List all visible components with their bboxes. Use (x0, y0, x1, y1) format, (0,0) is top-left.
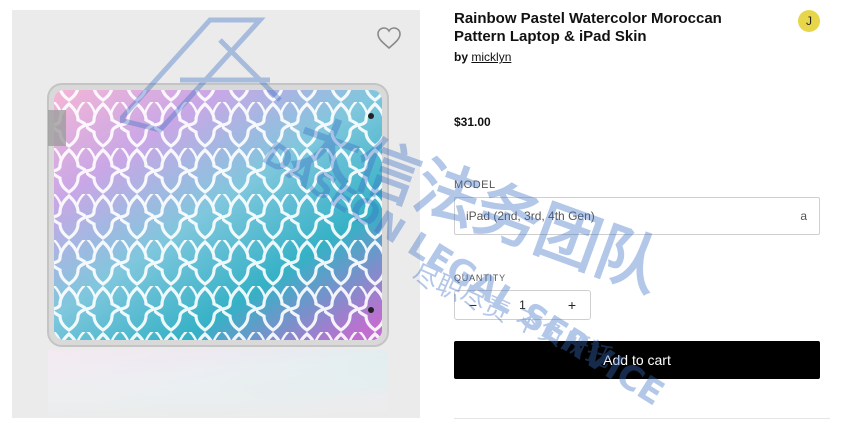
quantity-stepper: − 1 + (454, 290, 591, 320)
chevron-down-icon: a (800, 209, 807, 223)
heart-outline-icon (377, 27, 401, 50)
product-title: Rainbow Pastel Watercolor Moroccan Patte… (454, 10, 722, 45)
model-label: MODEL (454, 179, 496, 191)
artist-byline: by micklyn (454, 50, 511, 64)
by-label: by (454, 50, 469, 64)
minus-icon[interactable]: − (455, 291, 491, 319)
add-to-cart-button[interactable]: Add to cart (454, 341, 820, 379)
quantity-label: QUANTITY (454, 273, 506, 283)
model-select[interactable]: iPad (2nd, 3rd, 4th Gen) a (454, 197, 820, 235)
product-price: $31.00 (454, 115, 491, 129)
quantity-value[interactable]: 1 (491, 298, 554, 312)
plus-icon[interactable]: + (554, 291, 590, 319)
divider (454, 418, 830, 419)
favorite-button[interactable] (376, 26, 406, 56)
model-selected-value: iPad (2nd, 3rd, 4th Gen) (466, 209, 595, 223)
ipad-skin-illustration (47, 83, 389, 418)
product-image (12, 10, 420, 418)
avatar-initial: J (806, 14, 812, 28)
user-avatar[interactable]: J (798, 10, 820, 32)
artist-link[interactable]: micklyn (471, 50, 511, 64)
